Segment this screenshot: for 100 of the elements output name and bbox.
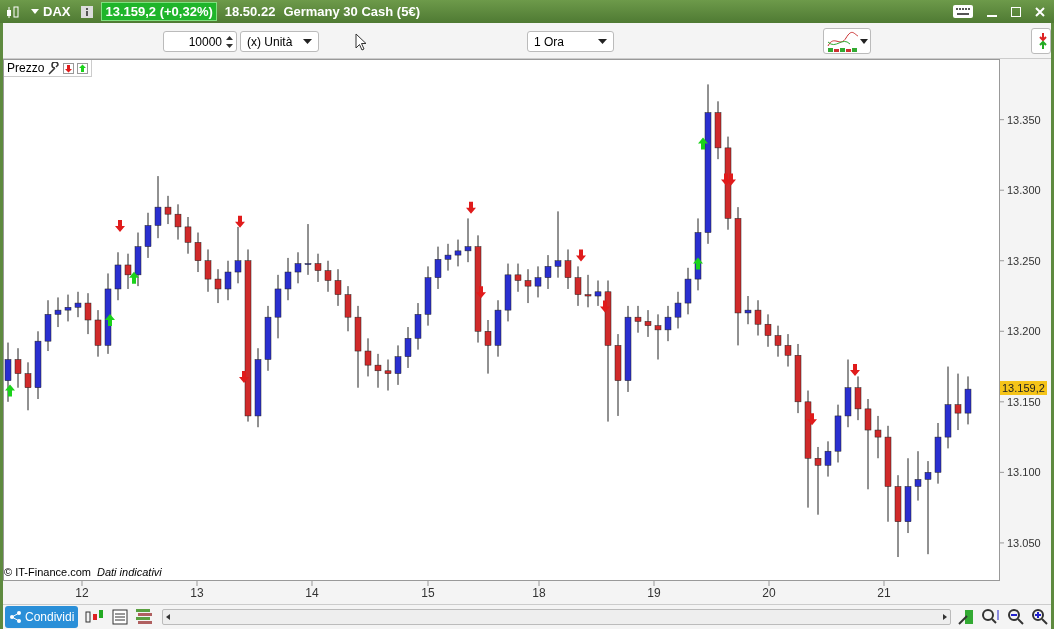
maximize-icon[interactable] (1008, 6, 1024, 17)
candlestick (324, 260, 332, 293)
chart-settings-icon[interactable] (957, 608, 975, 626)
candlestick (634, 305, 642, 334)
copyright-text: © IT-Finance.com (4, 566, 91, 578)
candlestick (594, 280, 602, 307)
candlestick (644, 309, 652, 338)
candlestick (294, 251, 302, 284)
candlestick (224, 260, 232, 301)
candlestick (774, 325, 782, 358)
candlestick (54, 296, 62, 328)
candlestick (24, 361, 32, 411)
candlestick (854, 375, 862, 421)
date-axis-label: 12 (75, 586, 89, 600)
candlestick (374, 353, 382, 389)
candlestick (584, 274, 592, 308)
candlestick (404, 326, 412, 369)
instrument-name: Germany 30 Cash (5€) (283, 4, 420, 19)
candle-icon (6, 4, 20, 19)
candlestick (14, 347, 22, 389)
list-icon[interactable] (112, 609, 129, 625)
candlestick (534, 265, 542, 298)
data-notice: Dati indicativi (96, 566, 162, 578)
horizontal-scrollbar[interactable] (162, 609, 951, 625)
candlestick (954, 373, 962, 431)
share-icon (9, 611, 21, 623)
spinner-arrows-icon[interactable] (226, 35, 233, 48)
up-arrow-icon[interactable] (77, 62, 89, 74)
date-axis-label: 18 (532, 586, 546, 600)
price-axis-label: 13.150 (1007, 395, 1041, 408)
symbol-dropdown[interactable]: DAX (28, 4, 74, 19)
date-axis-label: 14 (305, 586, 319, 600)
candlestick (74, 291, 82, 318)
candlestick (674, 291, 682, 329)
candlestick (764, 313, 772, 348)
candlestick (164, 195, 172, 225)
candlestick (814, 446, 822, 516)
date-axis-label: 20 (762, 586, 776, 600)
candlestick (454, 239, 462, 267)
candlestick (544, 254, 552, 290)
price-axis-label: 13.100 (1007, 466, 1041, 479)
candlestick (464, 217, 472, 263)
price-axis-label: 13.300 (1007, 184, 1041, 197)
candlestick (964, 375, 972, 425)
date-axis-label: 21 (877, 586, 891, 600)
candlestick (364, 337, 372, 377)
price-axis-label: 13.050 (1007, 536, 1041, 549)
candlestick (414, 302, 422, 351)
candlestick (914, 450, 922, 502)
candlestick (654, 313, 662, 360)
candlestick (394, 344, 402, 386)
candlestick (874, 415, 882, 459)
candlestick (574, 265, 582, 307)
candlestick (824, 440, 832, 478)
timeframe-dropdown[interactable]: 1 Ora (527, 31, 614, 52)
current-price-tag: 13.159,2 (1000, 381, 1047, 395)
candlestick (124, 253, 132, 290)
zoom-in-icon[interactable] (1031, 608, 1049, 626)
unit-dropdown[interactable]: (x) Unità (240, 31, 319, 52)
price-axis-label: 13.250 (1007, 254, 1041, 267)
down-arrow-icon[interactable] (63, 62, 75, 74)
info-icon[interactable] (81, 5, 94, 18)
candlestick (434, 246, 442, 290)
zoom-fit-icon[interactable] (981, 608, 1001, 626)
candlestick (864, 398, 872, 490)
indicator-chart-icon (826, 30, 860, 52)
candlestick (64, 294, 72, 322)
candlestick (284, 257, 292, 301)
candlestick (304, 223, 312, 276)
zoom-out-icon[interactable] (1007, 608, 1025, 626)
date-axis-label: 19 (647, 586, 661, 600)
indicators-button[interactable] (823, 28, 871, 54)
candlestick (444, 243, 452, 272)
quantity-field[interactable]: 10000 (163, 31, 237, 52)
quote-time: 18.50.22 (224, 4, 276, 19)
date-axis-label: 13 (190, 586, 204, 600)
caret-icon (598, 39, 607, 44)
keyboard-icon[interactable] (950, 5, 976, 18)
candlestick (154, 175, 162, 239)
caret-icon (303, 39, 312, 44)
date-axis-label: 15 (421, 586, 435, 600)
candlestick (314, 253, 322, 283)
close-icon[interactable] (1032, 6, 1048, 17)
candlestick (114, 251, 122, 301)
candlestick (564, 248, 572, 290)
candlestick (144, 212, 152, 259)
price-axis-label: 13.200 (1007, 325, 1041, 338)
candlestick (554, 210, 562, 279)
candlestick (384, 359, 392, 392)
candlestick (754, 299, 762, 337)
candlestick (684, 267, 692, 315)
candlestick (784, 333, 792, 368)
signals-button[interactable] (1031, 28, 1051, 54)
caret-icon (860, 38, 868, 44)
candlestick (214, 268, 222, 304)
candlestick (194, 232, 202, 273)
price-change: 13.159,2 (+0,32%) (101, 2, 217, 21)
wrench-icon[interactable] (47, 61, 61, 75)
candlestick (174, 203, 182, 241)
candlestick (524, 268, 532, 304)
